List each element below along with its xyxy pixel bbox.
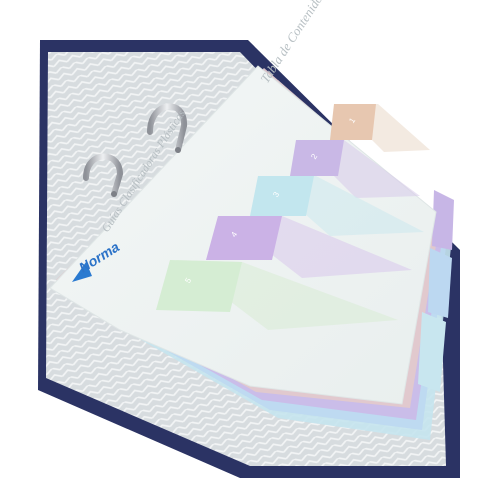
binder-photo [38,40,460,478]
toc-tab [206,216,282,260]
toc-tab [250,176,314,216]
divider-tab [432,190,454,250]
product-photo: Tabla de Contenido Guías Clasificadoras … [0,0,500,500]
toc-tab [156,260,242,312]
divider-tab [428,248,452,318]
